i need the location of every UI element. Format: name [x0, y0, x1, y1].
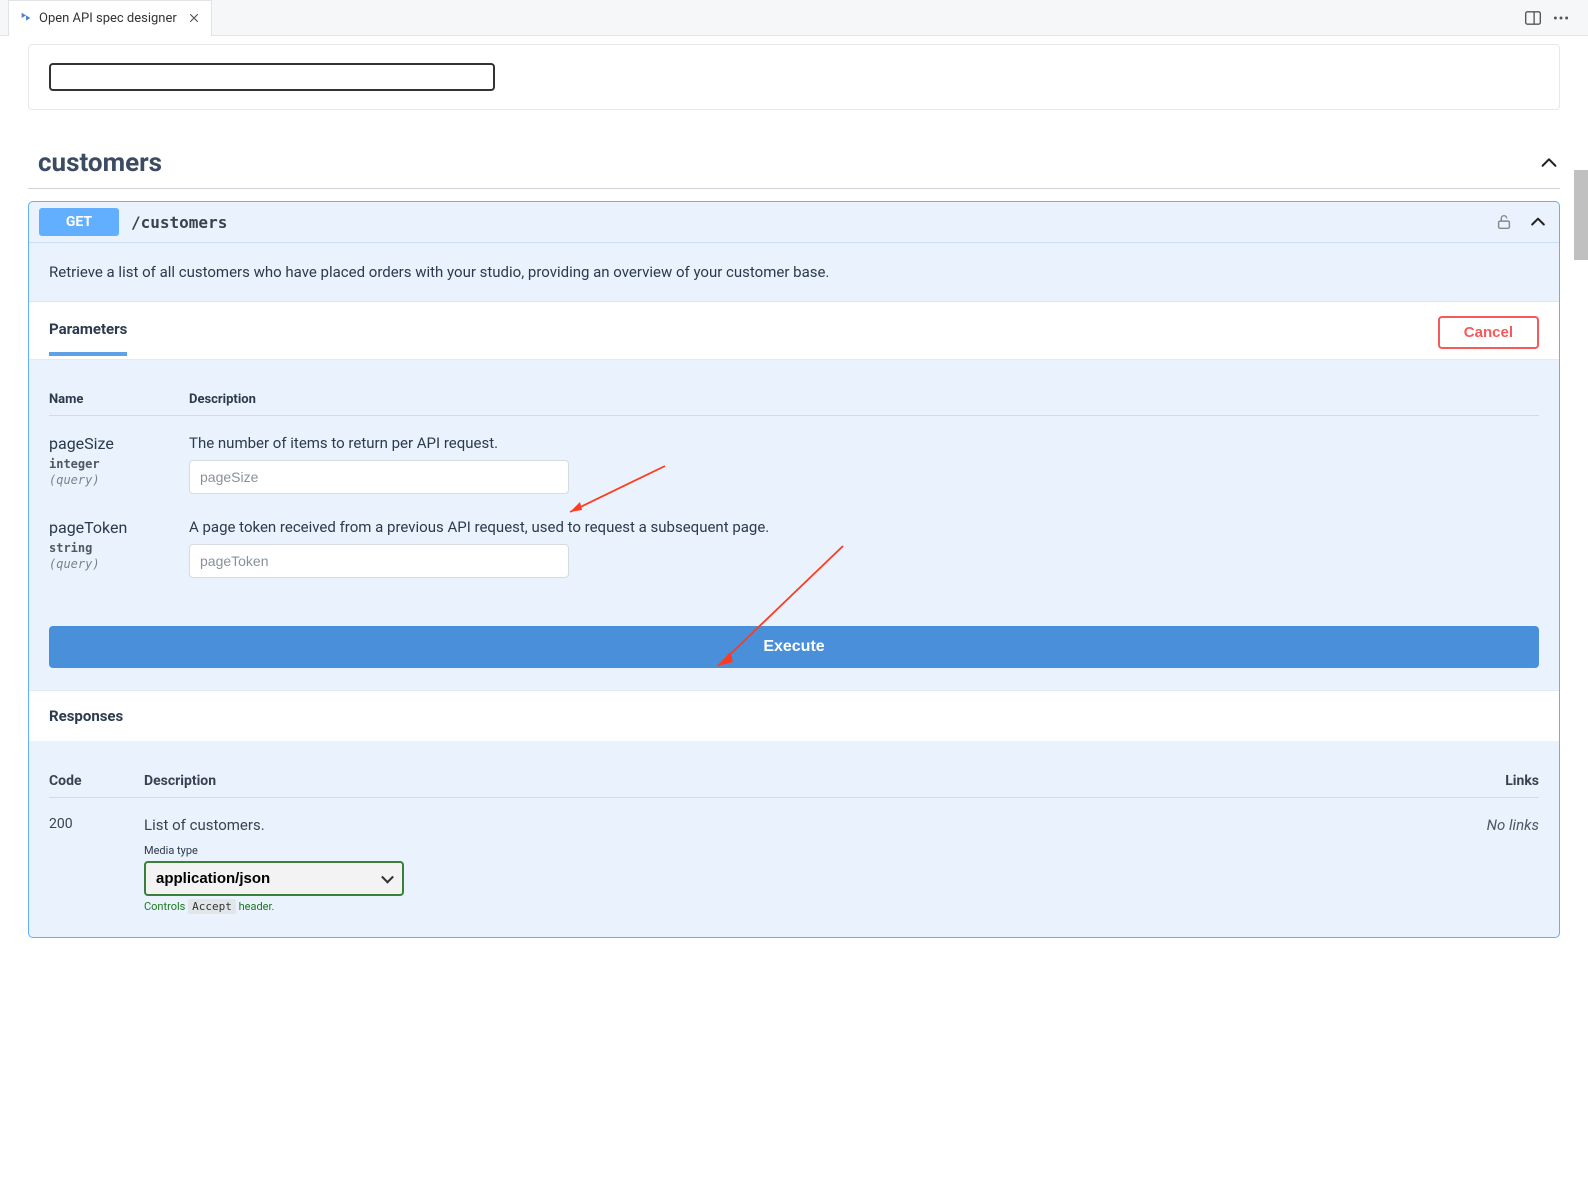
- tab-openapi-designer[interactable]: Open API spec designer: [8, 0, 212, 36]
- col-links: Links: [1459, 773, 1539, 789]
- operation-description: Retrieve a list of all customers who hav…: [29, 243, 1559, 302]
- param-name: pageSize: [49, 434, 149, 453]
- chevron-up-icon[interactable]: [1527, 211, 1549, 233]
- tab-actions: [1524, 9, 1580, 27]
- unlock-icon[interactable]: [1495, 213, 1513, 231]
- scrollbar[interactable]: [1574, 170, 1588, 260]
- param-name: pageToken: [49, 518, 149, 537]
- parameter-row: pageSize integer (query) The number of i…: [49, 416, 1539, 500]
- method-badge: GET: [39, 208, 119, 236]
- media-hint: Controls Accept header.: [144, 900, 1459, 913]
- col-code: Code: [49, 773, 144, 789]
- section-header-customers[interactable]: customers: [28, 138, 1560, 189]
- param-type: integer: [49, 457, 149, 471]
- operation-header[interactable]: GET /customers: [29, 202, 1559, 243]
- responses-table: Code Description Links 200 List of custo…: [29, 741, 1559, 937]
- param-location: (query): [49, 473, 149, 487]
- operation-block-get-customers: GET /customers Retrieve a list of all cu…: [28, 201, 1560, 938]
- response-row: 200 List of customers. Media type applic…: [49, 798, 1539, 913]
- param-description: A page token received from a previous AP…: [189, 518, 1539, 536]
- placeholder-box: [49, 63, 495, 91]
- tab-bar: Open API spec designer: [0, 0, 1588, 36]
- responses-bar: Responses: [29, 690, 1559, 741]
- prior-section-container: [28, 44, 1560, 110]
- response-links: No links: [1459, 816, 1539, 834]
- response-code: 200: [49, 816, 144, 832]
- param-location: (query): [49, 557, 149, 571]
- cancel-button[interactable]: Cancel: [1438, 316, 1539, 349]
- media-type-label: Media type: [144, 844, 1459, 857]
- chevron-up-icon[interactable]: [1538, 152, 1560, 174]
- responses-heading: Responses: [49, 707, 1539, 725]
- parameters-bar: Parameters Cancel: [29, 302, 1559, 360]
- operation-path: /customers: [131, 213, 227, 232]
- openapi-file-icon: [19, 11, 33, 25]
- response-description: List of customers.: [144, 816, 1459, 834]
- parameter-row: pageToken string (query) A page token re…: [49, 500, 1539, 584]
- col-description: Description: [189, 392, 256, 407]
- col-description: Description: [144, 773, 1459, 789]
- section-title: customers: [38, 148, 162, 178]
- execute-button[interactable]: Execute: [49, 626, 1539, 668]
- split-panel-icon[interactable]: [1524, 9, 1542, 27]
- tab-title: Open API spec designer: [39, 11, 177, 26]
- param-type: string: [49, 541, 149, 555]
- parameters-table: Name Description pageSize integer (query…: [29, 360, 1559, 608]
- param-description: The number of items to return per API re…: [189, 434, 1539, 452]
- media-type-select[interactable]: application/json: [144, 861, 404, 896]
- pagetoken-input[interactable]: [189, 544, 569, 578]
- close-icon[interactable]: [187, 11, 201, 25]
- col-name: Name: [49, 392, 149, 407]
- more-icon[interactable]: [1552, 9, 1570, 27]
- tab-parameters[interactable]: Parameters: [49, 320, 127, 356]
- pagesize-input[interactable]: [189, 460, 569, 494]
